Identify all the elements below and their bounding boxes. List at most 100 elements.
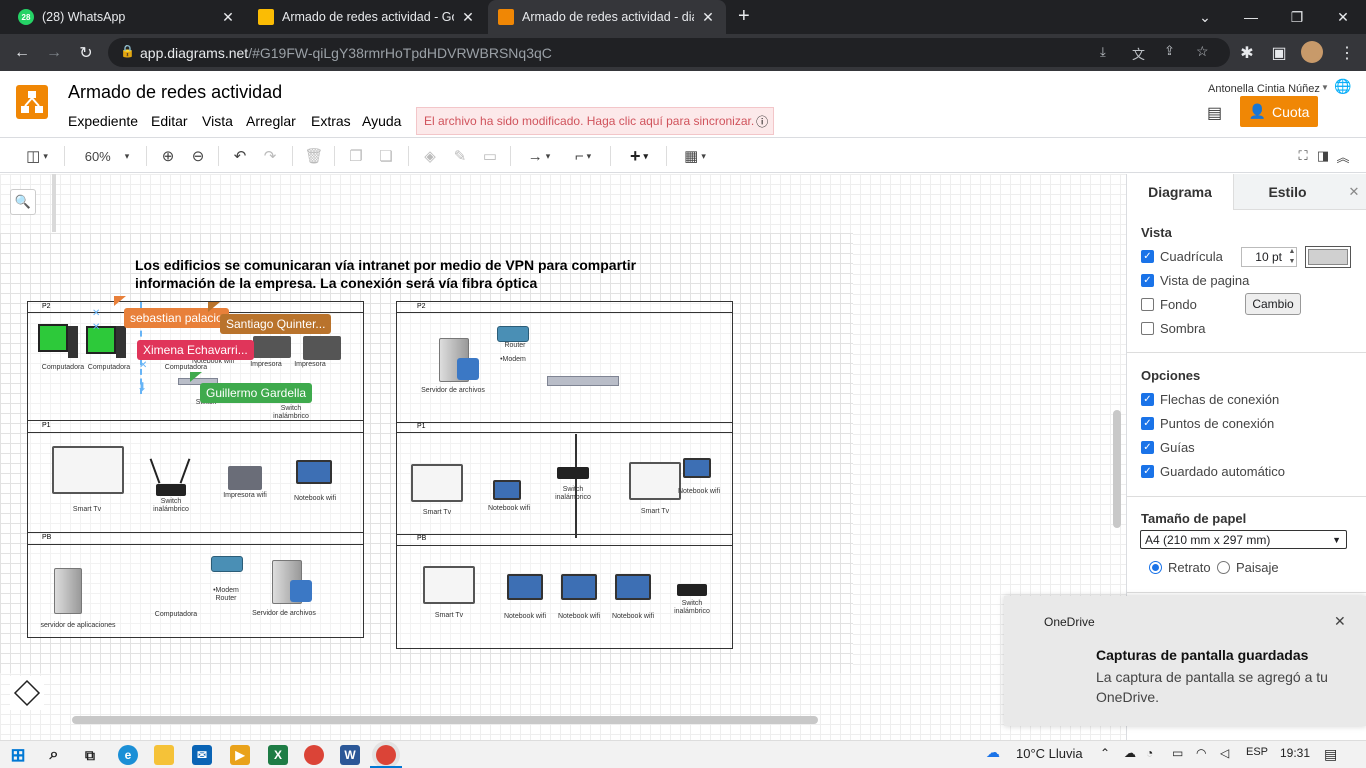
selection-handle[interactable]: ✕ [92, 308, 100, 319]
smart-tv-icon[interactable] [411, 464, 463, 502]
smart-tv-icon[interactable] [52, 446, 124, 494]
wireless-switch-icon[interactable] [557, 467, 589, 479]
tray-overflow-icon[interactable]: ⌃ [1100, 746, 1110, 760]
address-bar[interactable]: 🔒 app.diagrams.net/#G19FW-qiLgY38rmrHoTp… [108, 38, 1230, 67]
table-icon[interactable]: ▦ ▾ [678, 145, 712, 167]
building-right[interactable]: P2 P1 PB Servidor de archivos Router •Mo… [396, 301, 733, 649]
weather-icon[interactable]: ☁ [986, 744, 1000, 761]
checkbox-checked[interactable]: ✓ [1141, 250, 1154, 263]
mail-icon[interactable]: ✉ [192, 745, 212, 765]
paper-size-select[interactable]: A4 (210 mm x 297 mm) ▼ [1140, 530, 1347, 549]
checkbox-checked[interactable]: ✓ [1141, 417, 1154, 430]
computer-icon[interactable] [86, 326, 116, 354]
to-back-icon[interactable]: ❏ [376, 145, 396, 167]
new-tab-button[interactable]: + [738, 5, 750, 28]
chrome-icon[interactable] [304, 745, 324, 765]
browser-menu-icon[interactable]: ⋮ [1334, 40, 1360, 66]
menu-edit[interactable]: Editar [151, 113, 188, 129]
excel-icon[interactable]: X [268, 745, 288, 765]
to-front-icon[interactable]: ❐ [346, 145, 366, 167]
zoom-out-icon[interactable]: ⊖ [188, 145, 208, 167]
application-server-icon[interactable] [54, 568, 82, 614]
share-button[interactable]: 👤 Cuota [1240, 96, 1318, 127]
guides-option[interactable]: ✓ Guías [1141, 440, 1195, 455]
close-tab-icon[interactable]: ✕ [700, 9, 716, 26]
checkbox-checked[interactable]: ✓ [1141, 441, 1154, 454]
comments-icon[interactable]: ▤ [1207, 103, 1222, 123]
wifi-printer-icon[interactable] [228, 466, 262, 490]
onedrive-tray-icon[interactable]: ☁ [1124, 746, 1136, 760]
grid-option[interactable]: ✓ Cuadrícula [1141, 249, 1223, 264]
search-icon[interactable]: ⌕ [44, 745, 64, 765]
word-icon[interactable]: W [340, 745, 360, 765]
delete-icon[interactable]: 🗑 [304, 145, 324, 167]
user-dropdown-icon[interactable]: ▼ [1321, 83, 1329, 92]
close-tab-icon[interactable]: ✕ [220, 9, 236, 26]
user-name[interactable]: Antonella Cintia Núñez [1208, 83, 1320, 95]
profile-avatar[interactable] [1301, 41, 1323, 63]
shapes-toggle-icon[interactable] [10, 676, 44, 710]
smart-tv-icon[interactable] [423, 566, 475, 604]
radio-unselected[interactable] [1217, 561, 1230, 574]
menu-extras[interactable]: Extras [311, 113, 351, 129]
sync-warning[interactable]: El archivo ha sido modificado. Haga clic… [416, 107, 774, 135]
translate-icon[interactable]: 文 [1132, 44, 1145, 63]
search-shapes-icon[interactable]: 🔍 [10, 189, 36, 215]
back-icon[interactable]: ← [9, 40, 35, 66]
connection-points-option[interactable]: ✓ Puntos de conexión [1141, 416, 1274, 431]
shadow-icon[interactable]: ▭ [480, 145, 500, 167]
notebook-icon[interactable] [615, 574, 651, 600]
tab-google-drive[interactable]: Armado de redes actividad - Goo ✕ [248, 0, 486, 34]
checkbox-unchecked[interactable] [1141, 322, 1154, 335]
reload-icon[interactable]: ↻ [73, 40, 99, 66]
wireless-switch-icon[interactable] [156, 484, 186, 496]
horizontal-scrollbar[interactable] [72, 716, 818, 724]
close-notification-icon[interactable]: ✕ [1334, 613, 1346, 630]
bookmark-star-icon[interactable]: ☆ [1196, 43, 1209, 60]
volume-icon[interactable]: ◁ [1220, 746, 1229, 760]
document-title[interactable]: Armado de redes actividad [68, 82, 282, 103]
maximize-button[interactable]: ❐ [1274, 0, 1320, 34]
notebook-icon[interactable] [493, 480, 521, 500]
forward-icon[interactable]: → [41, 40, 67, 66]
tab-diagram[interactable]: Diagrama [1127, 174, 1233, 210]
background-option[interactable]: Fondo [1141, 297, 1197, 312]
collapse-icon[interactable]: ︽ [1334, 145, 1352, 167]
close-window-button[interactable]: ✕ [1320, 0, 1366, 34]
router-icon[interactable] [497, 326, 529, 342]
battery-icon[interactable]: ▭ [1172, 746, 1183, 760]
edge-icon[interactable]: e [118, 745, 138, 765]
undo-icon[interactable]: ↶ [230, 145, 250, 167]
notebook-icon[interactable] [683, 458, 711, 478]
tab-diagrams[interactable]: Armado de redes actividad - diag ✕ [488, 0, 726, 34]
notifications-icon[interactable]: ▤ [1324, 746, 1337, 763]
extensions-icon[interactable]: ✱ [1234, 40, 1260, 66]
page-view-option[interactable]: ✓ Vista de pagina [1141, 273, 1249, 288]
shadow-option[interactable]: Sombra [1141, 321, 1206, 336]
notebook-icon[interactable] [561, 574, 597, 600]
zoom-select[interactable]: 60% ▾ [78, 145, 136, 167]
wireless-switch-icon[interactable] [677, 584, 707, 596]
radio-selected[interactable] [1149, 561, 1162, 574]
network-icon[interactable]: ◔ [1146, 746, 1153, 760]
vertical-scrollbar[interactable] [1113, 410, 1121, 528]
connection-icon[interactable]: → ▾ [522, 145, 556, 167]
file-explorer-icon[interactable] [154, 745, 174, 765]
grid-size-stepper[interactable]: ▲ ▼ [1287, 247, 1297, 267]
selection-handle[interactable]: ✕ [92, 322, 100, 333]
fullscreen-icon[interactable]: ⛶ [1294, 145, 1312, 167]
help-icon[interactable]: ⓘ [756, 113, 768, 130]
grid-color-button[interactable] [1305, 246, 1351, 268]
menu-view[interactable]: Vista [202, 113, 233, 129]
line-color-icon[interactable]: ✎ [450, 145, 470, 167]
printer-icon[interactable] [253, 336, 291, 358]
connection-arrows-option[interactable]: ✓ Flechas de conexión [1141, 392, 1279, 407]
landscape-option[interactable]: Paisaje [1217, 560, 1279, 575]
portrait-option[interactable]: Retrato [1149, 560, 1211, 575]
notebook-icon[interactable] [296, 460, 332, 484]
waypoints-icon[interactable]: ⌐ ▾ [566, 145, 600, 167]
windows-start-icon[interactable]: ⊞ [8, 745, 28, 765]
autosave-option[interactable]: ✓ Guardado automático [1141, 464, 1285, 479]
format-panel-icon[interactable]: ◫ ▾ [20, 145, 54, 167]
language-indicator[interactable]: ESP [1246, 746, 1268, 758]
